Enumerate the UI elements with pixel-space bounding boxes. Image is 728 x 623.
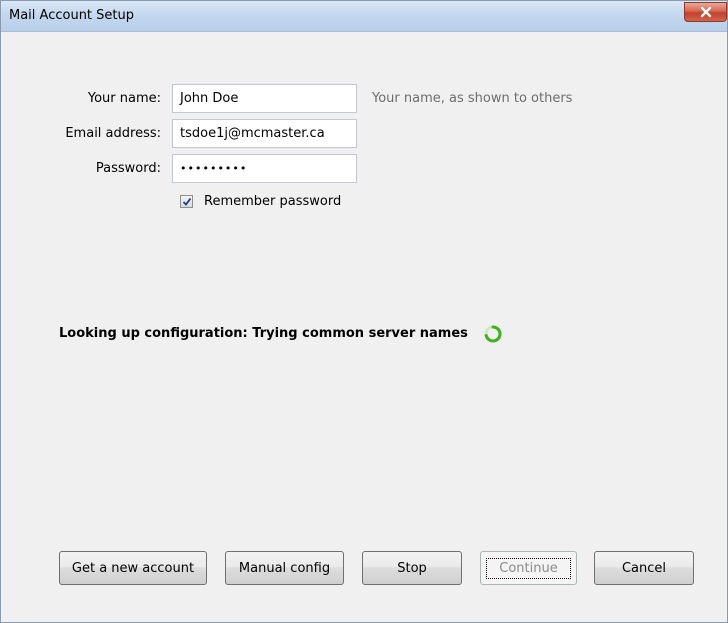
cancel-label: Cancel [621, 560, 667, 576]
mail-account-setup-window: Mail Account Setup Your name: John Doe Y… [0, 0, 728, 623]
remember-password-label[interactable]: Remember password [204, 194, 341, 209]
email-label-text: Email address: [65, 126, 161, 141]
email-label: Email address: [1, 126, 161, 141]
close-button[interactable] [684, 2, 727, 22]
name-label-text: Your name: [87, 91, 161, 106]
name-hint: Your name, as shown to others [372, 91, 573, 106]
loading-spinner-icon [484, 325, 502, 343]
password-label: Password: [1, 161, 161, 176]
email-input-value: tsdoe1j@mcmaster.ca [180, 126, 325, 141]
name-label: Your name: [1, 91, 161, 106]
close-icon [700, 6, 711, 18]
password-label-text: Password: [95, 161, 161, 176]
continue-label: Continue [486, 557, 571, 579]
stop-button[interactable]: Stop [362, 551, 462, 585]
stop-label: Stop [397, 560, 427, 576]
name-input[interactable]: John Doe [172, 84, 357, 113]
get-new-account-label: Get a new account [71, 560, 195, 576]
manual-config-button[interactable]: Manual config [225, 551, 344, 585]
password-input[interactable]: ••••••••• [172, 154, 357, 183]
email-input[interactable]: tsdoe1j@mcmaster.ca [172, 119, 357, 148]
continue-button[interactable]: Continue [480, 551, 577, 585]
title-bar[interactable]: Mail Account Setup [1, 1, 727, 32]
manual-config-label: Manual config [238, 560, 331, 576]
status-message: Looking up configuration: Trying common … [59, 326, 468, 341]
password-input-value: ••••••••• [180, 162, 248, 175]
checkmark-icon [182, 197, 192, 206]
window-title: Mail Account Setup [9, 8, 134, 23]
remember-password-checkbox[interactable] [180, 195, 193, 208]
get-new-account-button[interactable]: Get a new account [59, 551, 207, 585]
cancel-button[interactable]: Cancel [594, 551, 694, 585]
name-input-value: John Doe [180, 91, 239, 106]
